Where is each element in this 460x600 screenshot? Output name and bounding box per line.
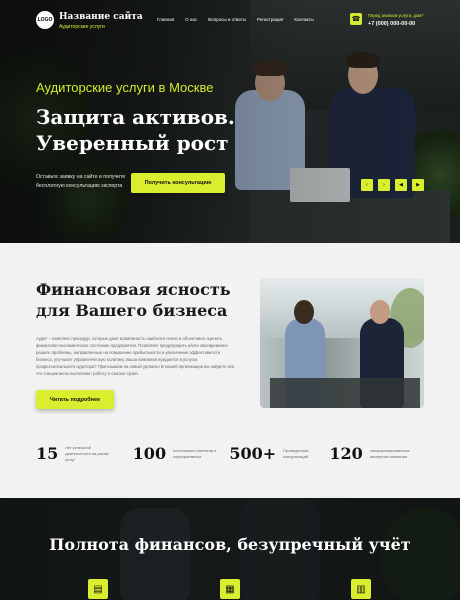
hero-section: LOGO Название сайта Аудиторские услуги Г… <box>0 0 460 243</box>
document-icon: ▤ <box>88 579 108 599</box>
site-logo[interactable]: LOGO <box>36 11 54 29</box>
handshake-photo <box>260 278 424 408</box>
slider-left-icon[interactable]: ◀ <box>395 179 407 191</box>
site-header: LOGO Название сайта Аудиторские услуги Г… <box>0 0 460 42</box>
calculator-icon: ▦ <box>220 579 240 599</box>
stat-label: Проведенных консультаций <box>283 447 309 459</box>
slider-controls: ‹ › ◀ ▶ <box>361 179 424 191</box>
photo-table <box>270 378 420 408</box>
services-title: Полнота финансов, безупречный учёт <box>49 535 411 554</box>
stat-number: 120 <box>329 444 363 463</box>
stat-label: постоянных клиентов и корпоративных <box>173 447 217 459</box>
chart-icon: ▥ <box>351 579 371 599</box>
hero-title: Защита активов. Уверенный рост <box>36 105 235 155</box>
nav-item-about[interactable]: О нас <box>185 17 197 22</box>
callback-label[interactable]: Перед звонком услуги, дом? <box>368 13 423 18</box>
stat-number: 500+ <box>229 444 277 463</box>
slider-right-icon[interactable]: ▶ <box>412 179 424 191</box>
stat-item: 500+ Проведенных консультаций <box>229 444 329 463</box>
about-text: Аудит – комплекс процедур, которые дают … <box>36 336 236 376</box>
about-title: Финансовая ясность для Вашего бизнеса <box>36 280 231 320</box>
services-section: Полнота финансов, безупречный учёт ▤ ▦ ▥ <box>0 498 460 600</box>
phone-icon[interactable]: ☎ <box>350 13 362 25</box>
stat-number: 100 <box>132 444 167 463</box>
stat-label: специализированных экспертов компании <box>369 447 410 459</box>
photo-person-left-head <box>294 300 314 324</box>
main-nav: Главная О нас Вопросы и ответы Регистрац… <box>157 17 325 22</box>
stat-number: 15 <box>36 444 59 463</box>
slider-next-icon[interactable]: › <box>378 179 390 191</box>
nav-item-registration[interactable]: Регистрация <box>257 17 283 22</box>
site-name[interactable]: Название сайта <box>59 12 143 22</box>
nav-item-home[interactable]: Главная <box>157 17 174 22</box>
hero-note: Оставьте заявку на сайте и получите бесп… <box>36 174 126 189</box>
hero-kicker: Аудиторские услуги в Москве <box>36 80 214 95</box>
read-more-button[interactable]: Читать подробнее <box>36 390 114 409</box>
about-section: Финансовая ясность для Вашего бизнеса Ау… <box>0 243 460 498</box>
stat-item: 100 постоянных клиентов и корпоративных <box>133 444 230 463</box>
slider-prev-icon[interactable]: ‹ <box>361 179 373 191</box>
site-subtitle: Аудиторские услуги <box>59 24 105 30</box>
nav-item-contacts[interactable]: Контакты <box>294 17 313 22</box>
photo-person-right-head <box>370 300 390 324</box>
stat-item: 15 лет успешной деятельности на рынке ус… <box>36 444 133 463</box>
get-consultation-button[interactable]: Получить консультацию <box>131 173 225 193</box>
nav-item-faq[interactable]: Вопросы и ответы <box>208 17 246 22</box>
stat-item: 120 специализированных экспертов компани… <box>329 444 426 463</box>
stats-row: 15 лет успешной деятельности на рынке ус… <box>36 444 426 463</box>
phone-number[interactable]: +7 (000) 000-00-00 <box>368 21 415 27</box>
stat-label: лет успешной деятельности на рынке услуг <box>65 444 109 462</box>
